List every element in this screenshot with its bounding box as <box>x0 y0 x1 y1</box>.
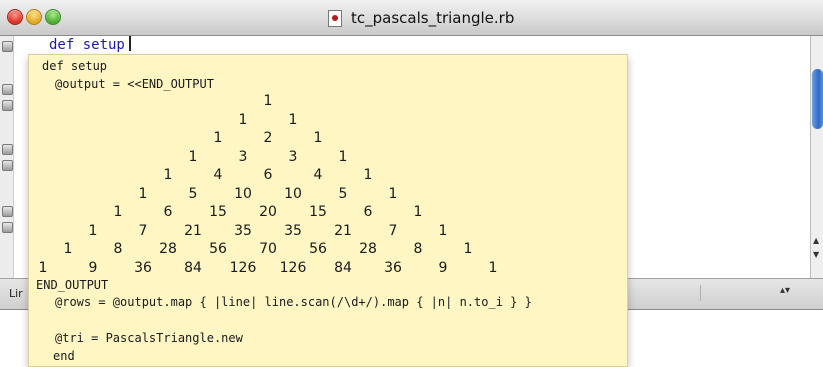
triangle-number: 3 <box>288 148 298 165</box>
tooltip-end-output: END_OUTPUT <box>36 278 109 292</box>
fold-marker-icon[interactable] <box>2 144 13 155</box>
triangle-number: 20 <box>259 204 277 220</box>
triangle-number: 1 <box>288 111 298 128</box>
triangle-number: 1 <box>213 130 223 146</box>
triangle-number: 36 <box>384 259 402 276</box>
triangle-number: 35 <box>284 222 302 239</box>
triangle-number: 1 <box>263 93 273 109</box>
triangle-number: 28 <box>359 241 377 257</box>
popup-arrows-icon: ▴▾ <box>779 285 790 296</box>
triangle-number: 1 <box>38 259 48 276</box>
code-line-text: def setup <box>49 37 125 53</box>
triangle-number: 8 <box>413 241 423 257</box>
triangle-number: 21 <box>184 222 202 239</box>
scroll-up-arrow-icon[interactable]: ▲ <box>813 236 819 245</box>
triangle-number: 1 <box>463 241 473 257</box>
triangle-number: 1 <box>163 167 173 183</box>
fold-marker-icon[interactable] <box>2 100 13 111</box>
triangle-number: 8 <box>113 241 123 257</box>
triangle-number: 6 <box>363 204 373 220</box>
triangle-number: 10 <box>284 185 302 202</box>
triangle-number: 9 <box>88 259 98 276</box>
triangle-number: 1 <box>313 130 323 146</box>
triangle-number: 5 <box>338 185 348 202</box>
triangle-number: 1 <box>338 148 348 165</box>
triangle-number: 1 <box>238 111 248 128</box>
triangle-number: 36 <box>134 259 152 276</box>
triangle-number: 56 <box>309 241 327 257</box>
triangle-number: 126 <box>279 259 307 276</box>
triangle-number: 1 <box>438 222 448 239</box>
zoom-button-icon[interactable] <box>45 9 61 25</box>
status-popup-menu[interactable]: ▴▾ <box>700 285 796 301</box>
scroll-down-arrow-icon[interactable]: ▼ <box>813 250 819 259</box>
tooltip-tri-line: @tri = PascalsTriangle.new <box>55 331 243 345</box>
triangle-number: 1 <box>88 222 98 239</box>
fold-marker-icon[interactable] <box>2 206 13 217</box>
triangle-number: 6 <box>263 167 273 183</box>
triangle-number: 84 <box>184 259 202 276</box>
window-title-group: tc_pascals_triangle.rb <box>328 8 514 28</box>
triangle-number: 15 <box>309 204 327 220</box>
triangle-number: 6 <box>163 204 173 220</box>
fold-marker-icon[interactable] <box>2 41 13 52</box>
window-title: tc_pascals_triangle.rb <box>351 9 515 27</box>
triangle-number: 7 <box>138 222 148 239</box>
triangle-number: 1 <box>113 204 123 220</box>
code-line: def setup <box>49 36 134 54</box>
triangle-number: 35 <box>234 222 252 239</box>
triangle-number: 15 <box>209 204 227 220</box>
triangle-number: 28 <box>159 241 177 257</box>
fold-marker-icon[interactable] <box>2 160 13 171</box>
fold-marker-icon[interactable] <box>2 222 13 233</box>
triangle-number: 1 <box>363 167 373 183</box>
triangle-number: 4 <box>313 167 323 183</box>
line-gutter[interactable] <box>0 36 14 278</box>
triangle-number: 21 <box>334 222 352 239</box>
fold-marker-icon[interactable] <box>2 84 13 95</box>
triangle-number: 1 <box>488 259 498 276</box>
scrollbar-thumb[interactable] <box>812 69 823 129</box>
triangle-number: 126 <box>229 259 257 276</box>
triangle-number: 1 <box>138 185 148 202</box>
triangle-number: 9 <box>438 259 448 276</box>
code-preview-tooltip: def setup @output = <<END_OUTPUT END_OUT… <box>28 54 628 367</box>
triangle-number: 1 <box>413 204 423 220</box>
triangle-number: 70 <box>259 241 277 257</box>
triangle-number: 3 <box>238 148 248 165</box>
triangle-number: 1 <box>388 185 398 202</box>
tooltip-output-assign: @output = <<END_OUTPUT <box>55 77 214 91</box>
tooltip-rows-line: @rows = @output.map { |line| line.scan(/… <box>55 295 532 309</box>
triangle-number: 10 <box>234 185 252 202</box>
triangle-number: 5 <box>188 185 198 202</box>
close-button-icon[interactable] <box>7 9 23 25</box>
tooltip-end-keyword: end <box>53 349 75 363</box>
minimize-button-icon[interactable] <box>26 9 42 25</box>
triangle-number: 2 <box>263 130 273 146</box>
triangle-number: 1 <box>63 241 73 257</box>
status-line-label: Lir <box>9 287 23 300</box>
triangle-number: 56 <box>209 241 227 257</box>
ruby-document-icon[interactable] <box>328 9 342 27</box>
text-cursor-icon <box>128 36 134 51</box>
title-bar[interactable]: tc_pascals_triangle.rb <box>0 0 823 36</box>
triangle-number: 84 <box>334 259 352 276</box>
triangle-number: 7 <box>388 222 398 239</box>
triangle-number: 4 <box>213 167 223 183</box>
triangle-number: 1 <box>188 148 198 165</box>
tooltip-def-setup: def setup <box>42 59 108 73</box>
